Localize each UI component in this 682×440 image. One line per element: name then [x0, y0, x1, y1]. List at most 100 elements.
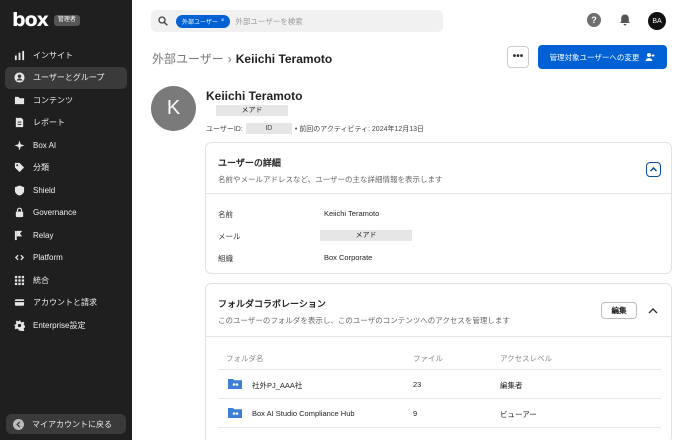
sidebar-item-users-groups[interactable]: ユーザーとグループ — [5, 66, 127, 89]
edit-button[interactable]: 編集 — [601, 302, 637, 319]
chip-label: 外部ユーザー — [182, 19, 218, 26]
user-details-title: ユーザーの詳細 — [218, 158, 281, 168]
user-meta: ユーザーID: ID • 前回のアクティビティ: 2024年12月13日 — [206, 123, 424, 134]
sidebar-item-label: アカウントと請求 — [33, 298, 97, 308]
convert-button-label: 管理対象ユーザーへの変更 — [549, 52, 640, 62]
sidebar-item-insights[interactable]: インサイト — [5, 44, 127, 67]
org-value: Box Corporate — [324, 253, 373, 262]
grid-icon — [13, 274, 25, 286]
ai-icon — [13, 139, 25, 151]
user-avatar: K — [151, 86, 196, 131]
lock-icon — [13, 207, 25, 219]
shared-folder-icon — [228, 408, 242, 418]
org-label: 組織 — [218, 254, 233, 263]
sidebar-item-label: Shield — [33, 185, 56, 195]
chevron-up-icon[interactable] — [647, 305, 659, 317]
chevron-left-icon — [13, 418, 24, 430]
folder-collab-title: フォルダコラボレーション — [218, 299, 326, 309]
sidebar-item-classification[interactable]: 分類 — [5, 157, 127, 180]
account-avatar[interactable]: BA — [648, 12, 666, 30]
sidebar-item-label: 分類 — [33, 163, 49, 173]
folder-name[interactable]: 社外PJ_AAA社 — [252, 380, 302, 391]
sidebar-item-content[interactable]: コンテンツ — [5, 89, 127, 112]
folder-icon — [13, 94, 25, 106]
column-header-files[interactable]: ファイル — [413, 353, 443, 364]
notifications-bell-icon[interactable] — [618, 13, 632, 27]
sidebar-item-label: Governance — [33, 208, 77, 218]
add-user-icon — [645, 53, 655, 61]
row-divider — [218, 398, 661, 399]
folder-access-level: 編集者 — [500, 381, 523, 390]
sidebar-item-label: Platform — [33, 253, 63, 263]
collapse-details-button[interactable] — [646, 162, 661, 177]
box-logo[interactable]: box — [12, 10, 49, 30]
user-details-card: ユーザーの詳細 名前やメールアドレスなど、ユーザーの主な詳細情報を表示します 名… — [205, 142, 672, 274]
folder-collab-subtitle: このユーザーのフォルダを表示し、このユーザのコンテンツへのアクセスを管理します — [218, 316, 510, 325]
divider — [206, 336, 671, 337]
breadcrumb-separator: › — [227, 51, 232, 66]
user-details-subtitle: 名前やメールアドレスなど、ユーザーの主な詳細情報を表示します — [218, 175, 443, 184]
sidebar-item-label: Enterprise設定 — [33, 320, 86, 330]
breadcrumb-parent[interactable]: 外部ユーザー — [152, 50, 224, 67]
sidebar-item-label: インサイト — [33, 50, 73, 60]
user-id-label: ユーザーID: — [206, 125, 243, 133]
search-input[interactable]: 外部ユーザーを検索 — [235, 16, 302, 27]
sidebar-item-relay[interactable]: Relay — [5, 224, 127, 247]
bar-chart-icon — [13, 49, 25, 61]
sidebar-item-shield[interactable]: Shield — [5, 179, 127, 202]
sidebar-item-platform[interactable]: Platform — [5, 247, 127, 270]
sidebar-item-enterprise-settings[interactable]: Enterprise設定 — [5, 314, 127, 337]
search-icon — [158, 16, 168, 26]
folder-file-count: 9 — [413, 409, 418, 418]
my-account-button[interactable]: マイアカウントに戻る — [6, 414, 126, 434]
column-header-access-level[interactable]: アクセスレベル — [500, 353, 552, 364]
help-icon[interactable]: ? — [587, 13, 601, 27]
more-options-button[interactable]: ••• — [507, 46, 529, 68]
sidebar-item-reports[interactable]: レポート — [5, 112, 127, 135]
sidebar: box 管理者 インサイト ユーザーとグループ コンテンツ レポート Box A… — [0, 0, 132, 440]
name-label: 名前 — [218, 210, 233, 219]
convert-managed-user-button[interactable]: 管理対象ユーザーへの変更 — [538, 45, 667, 69]
shield-icon — [13, 184, 25, 196]
my-account-label: マイアカウントに戻る — [32, 419, 112, 429]
sidebar-item-box-ai[interactable]: Box AI — [5, 134, 127, 157]
folder-file-count: 23 — [413, 380, 422, 389]
breadcrumb: 外部ユーザー › Keiichi Teramoto — [152, 50, 332, 67]
last-activity: • 前回のアクティビティ: 2024年12月13日 — [294, 125, 425, 133]
user-email-redacted: メアド — [216, 105, 288, 116]
sidebar-item-label: ユーザーとグループ — [33, 73, 105, 83]
column-header-folder-name[interactable]: フォルダ名 — [226, 353, 264, 364]
page-title: Keiichi Teramoto — [235, 51, 333, 66]
divider — [206, 193, 671, 194]
chip-close-icon[interactable]: × — [221, 18, 225, 24]
sidebar-item-integrations[interactable]: 統合 — [5, 269, 127, 292]
sidebar-item-account-billing[interactable]: アカウントと請求 — [5, 292, 127, 315]
folder-name[interactable]: Box AI Studio Compliance Hub — [252, 409, 355, 418]
row-divider — [218, 427, 661, 428]
logo-row: box 管理者 — [12, 10, 80, 30]
sidebar-item-label: コンテンツ — [33, 95, 73, 105]
search-bar[interactable]: 外部ユーザー × 外部ユーザーを検索 — [151, 10, 443, 32]
relay-icon — [13, 229, 25, 241]
report-icon — [13, 117, 25, 129]
user-name: Keiichi Teramoto — [206, 89, 303, 103]
folder-access-level: ビューアー — [500, 410, 537, 419]
sidebar-item-label: Box AI — [33, 140, 57, 150]
user-circle-icon — [13, 72, 25, 84]
admin-badge: 管理者 — [53, 14, 80, 26]
folder-collaboration-card: フォルダコラボレーション このユーザーのフォルダを表示し、このユーザのコンテンツ… — [205, 283, 672, 440]
search-filter-chip[interactable]: 外部ユーザー × — [176, 14, 231, 28]
sidebar-nav: インサイト ユーザーとグループ コンテンツ レポート Box AI 分類 Shi… — [5, 44, 127, 337]
chevron-up-icon — [649, 166, 658, 172]
platform-icon — [13, 252, 25, 264]
sidebar-item-label: レポート — [33, 118, 65, 128]
row-divider — [218, 369, 661, 370]
email-value-redacted: メアド — [320, 230, 412, 241]
user-id-redacted: ID — [245, 123, 292, 134]
sidebar-item-governance[interactable]: Governance — [5, 202, 127, 225]
shared-folder-icon — [228, 379, 242, 389]
email-label: メール — [218, 232, 241, 241]
gear-icon — [13, 319, 25, 331]
card-icon — [13, 297, 25, 309]
sidebar-item-label: Relay — [33, 230, 54, 240]
